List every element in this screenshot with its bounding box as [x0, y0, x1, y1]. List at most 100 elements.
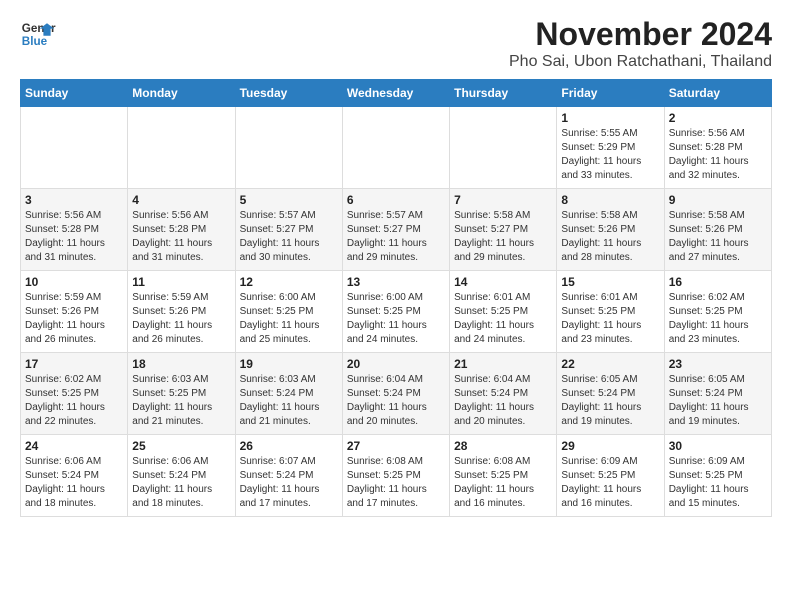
- day-info: Sunrise: 6:04 AM Sunset: 5:24 PM Dayligh…: [347, 374, 427, 427]
- calendar-cell: 23 Sunrise: 6:05 AM Sunset: 5:24 PM Dayli…: [664, 353, 771, 435]
- day-number: 29: [561, 439, 659, 453]
- calendar-cell: 5 Sunrise: 5:57 AM Sunset: 5:27 PM Daylig…: [235, 189, 342, 271]
- calendar-cell: [342, 107, 449, 189]
- calendar-cell: 17Sunrise: 6:02 AM Sunset: 5:25 PM Dayli…: [21, 353, 128, 435]
- calendar-week-5: 24 Sunrise: 6:06 AM Sunset: 5:24 PM Dayli…: [21, 435, 772, 517]
- day-info: Sunrise: 6:03 AM Sunset: 5:25 PM Dayligh…: [132, 374, 212, 427]
- calendar-cell: 20 Sunrise: 6:04 AM Sunset: 5:24 PM Dayli…: [342, 353, 449, 435]
- day-info: Sunrise: 6:04 AM Sunset: 5:24 PM Dayligh…: [454, 374, 534, 427]
- calendar-table: SundayMondayTuesdayWednesdayThursdayFrid…: [20, 79, 772, 517]
- calendar-cell: 26 Sunrise: 6:07 AM Sunset: 5:24 PM Dayli…: [235, 435, 342, 517]
- day-info: Sunrise: 6:09 AM Sunset: 5:25 PM Dayligh…: [669, 456, 749, 509]
- calendar-cell: 16 Sunrise: 6:02 AM Sunset: 5:25 PM Dayli…: [664, 271, 771, 353]
- calendar-cell: 13Sunrise: 6:00 AM Sunset: 5:25 PM Dayli…: [342, 271, 449, 353]
- calendar-week-2: 3 Sunrise: 5:56 AM Sunset: 5:28 PM Daylig…: [21, 189, 772, 271]
- day-number: 1: [561, 111, 659, 125]
- day-info: Sunrise: 6:07 AM Sunset: 5:24 PM Dayligh…: [240, 456, 320, 509]
- title-block: November 2024 Pho Sai, Ubon Ratchathani,…: [509, 16, 772, 71]
- calendar-cell: 2 Sunrise: 5:56 AM Sunset: 5:28 PM Daylig…: [664, 107, 771, 189]
- day-number: 24: [25, 439, 123, 453]
- day-info: Sunrise: 6:08 AM Sunset: 5:25 PM Dayligh…: [454, 456, 534, 509]
- logo-icon: General Blue: [20, 16, 56, 52]
- day-number: 18: [132, 357, 230, 371]
- day-info: Sunrise: 5:58 AM Sunset: 5:26 PM Dayligh…: [669, 210, 749, 263]
- day-number: 8: [561, 193, 659, 207]
- day-number: 23: [669, 357, 767, 371]
- day-number: 16: [669, 275, 767, 289]
- calendar-cell: 4Sunrise: 5:56 AM Sunset: 5:28 PM Daylig…: [128, 189, 235, 271]
- weekday-header-thursday: Thursday: [450, 80, 557, 107]
- day-info: Sunrise: 6:05 AM Sunset: 5:24 PM Dayligh…: [561, 374, 641, 427]
- day-number: 5: [240, 193, 338, 207]
- calendar-cell: 25 Sunrise: 6:06 AM Sunset: 5:24 PM Dayli…: [128, 435, 235, 517]
- calendar-cell: 22 Sunrise: 6:05 AM Sunset: 5:24 PM Dayli…: [557, 353, 664, 435]
- calendar-week-1: 1 Sunrise: 5:55 AM Sunset: 5:29 PM Daylig…: [21, 107, 772, 189]
- day-info: Sunrise: 6:00 AM Sunset: 5:25 PM Dayligh…: [240, 292, 320, 345]
- day-info: Sunrise: 5:58 AM Sunset: 5:27 PM Dayligh…: [454, 210, 534, 263]
- day-info: Sunrise: 6:06 AM Sunset: 5:24 PM Dayligh…: [132, 456, 212, 509]
- day-number: 20: [347, 357, 445, 371]
- day-number: 12: [240, 275, 338, 289]
- calendar-cell: 11Sunrise: 5:59 AM Sunset: 5:26 PM Dayli…: [128, 271, 235, 353]
- calendar-cell: 3 Sunrise: 5:56 AM Sunset: 5:28 PM Daylig…: [21, 189, 128, 271]
- day-info: Sunrise: 5:58 AM Sunset: 5:26 PM Dayligh…: [561, 210, 641, 263]
- calendar-cell: [21, 107, 128, 189]
- day-info: Sunrise: 6:09 AM Sunset: 5:25 PM Dayligh…: [561, 456, 641, 509]
- day-number: 22: [561, 357, 659, 371]
- day-number: 6: [347, 193, 445, 207]
- day-number: 7: [454, 193, 552, 207]
- day-number: 9: [669, 193, 767, 207]
- day-info: Sunrise: 6:02 AM Sunset: 5:25 PM Dayligh…: [669, 292, 749, 345]
- calendar-cell: 28Sunrise: 6:08 AM Sunset: 5:25 PM Dayli…: [450, 435, 557, 517]
- day-info: Sunrise: 5:56 AM Sunset: 5:28 PM Dayligh…: [25, 210, 105, 263]
- day-number: 26: [240, 439, 338, 453]
- day-number: 19: [240, 357, 338, 371]
- page-subtitle: Pho Sai, Ubon Ratchathani, Thailand: [509, 53, 772, 71]
- calendar-cell: [450, 107, 557, 189]
- calendar-cell: 1 Sunrise: 5:55 AM Sunset: 5:29 PM Daylig…: [557, 107, 664, 189]
- day-info: Sunrise: 5:59 AM Sunset: 5:26 PM Dayligh…: [132, 292, 212, 345]
- day-number: 14: [454, 275, 552, 289]
- weekday-header-saturday: Saturday: [664, 80, 771, 107]
- calendar-cell: 8 Sunrise: 5:58 AM Sunset: 5:26 PM Daylig…: [557, 189, 664, 271]
- svg-text:General: General: [22, 22, 56, 35]
- day-info: Sunrise: 6:01 AM Sunset: 5:25 PM Dayligh…: [561, 292, 641, 345]
- calendar-cell: 30 Sunrise: 6:09 AM Sunset: 5:25 PM Dayli…: [664, 435, 771, 517]
- day-info: Sunrise: 5:56 AM Sunset: 5:28 PM Dayligh…: [669, 128, 749, 181]
- weekday-header-wednesday: Wednesday: [342, 80, 449, 107]
- page-title: November 2024: [509, 16, 772, 53]
- calendar-cell: 15 Sunrise: 6:01 AM Sunset: 5:25 PM Dayli…: [557, 271, 664, 353]
- day-number: 27: [347, 439, 445, 453]
- day-info: Sunrise: 6:03 AM Sunset: 5:24 PM Dayligh…: [240, 374, 320, 427]
- calendar-cell: 7 Sunrise: 5:58 AM Sunset: 5:27 PM Daylig…: [450, 189, 557, 271]
- calendar-cell: [128, 107, 235, 189]
- day-number: 30: [669, 439, 767, 453]
- day-number: 2: [669, 111, 767, 125]
- calendar-week-3: 10Sunrise: 5:59 AM Sunset: 5:26 PM Dayli…: [21, 271, 772, 353]
- calendar-cell: 10Sunrise: 5:59 AM Sunset: 5:26 PM Dayli…: [21, 271, 128, 353]
- day-number: 15: [561, 275, 659, 289]
- svg-text:Blue: Blue: [22, 35, 48, 48]
- calendar-cell: 27 Sunrise: 6:08 AM Sunset: 5:25 PM Dayli…: [342, 435, 449, 517]
- day-number: 3: [25, 193, 123, 207]
- calendar-cell: 14Sunrise: 6:01 AM Sunset: 5:25 PM Dayli…: [450, 271, 557, 353]
- calendar-cell: 29 Sunrise: 6:09 AM Sunset: 5:25 PM Dayli…: [557, 435, 664, 517]
- calendar-cell: [235, 107, 342, 189]
- calendar-cell: 18 Sunrise: 6:03 AM Sunset: 5:25 PM Dayli…: [128, 353, 235, 435]
- calendar-cell: 9 Sunrise: 5:58 AM Sunset: 5:26 PM Daylig…: [664, 189, 771, 271]
- weekday-header-tuesday: Tuesday: [235, 80, 342, 107]
- day-info: Sunrise: 5:57 AM Sunset: 5:27 PM Dayligh…: [240, 210, 320, 263]
- calendar-cell: 6 Sunrise: 5:57 AM Sunset: 5:27 PM Daylig…: [342, 189, 449, 271]
- day-number: 25: [132, 439, 230, 453]
- day-info: Sunrise: 5:57 AM Sunset: 5:27 PM Dayligh…: [347, 210, 427, 263]
- calendar-body: 1 Sunrise: 5:55 AM Sunset: 5:29 PM Daylig…: [21, 107, 772, 517]
- day-info: Sunrise: 6:05 AM Sunset: 5:24 PM Dayligh…: [669, 374, 749, 427]
- calendar-cell: 12 Sunrise: 6:00 AM Sunset: 5:25 PM Dayli…: [235, 271, 342, 353]
- day-info: Sunrise: 5:56 AM Sunset: 5:28 PM Dayligh…: [132, 210, 212, 263]
- calendar-week-4: 17Sunrise: 6:02 AM Sunset: 5:25 PM Dayli…: [21, 353, 772, 435]
- day-info: Sunrise: 5:55 AM Sunset: 5:29 PM Dayligh…: [561, 128, 641, 181]
- calendar-header-row: SundayMondayTuesdayWednesdayThursdayFrid…: [21, 80, 772, 107]
- calendar-cell: 24Sunrise: 6:06 AM Sunset: 5:24 PM Dayli…: [21, 435, 128, 517]
- page-header: General Blue November 2024 Pho Sai, Ubon…: [20, 16, 772, 71]
- day-info: Sunrise: 6:08 AM Sunset: 5:25 PM Dayligh…: [347, 456, 427, 509]
